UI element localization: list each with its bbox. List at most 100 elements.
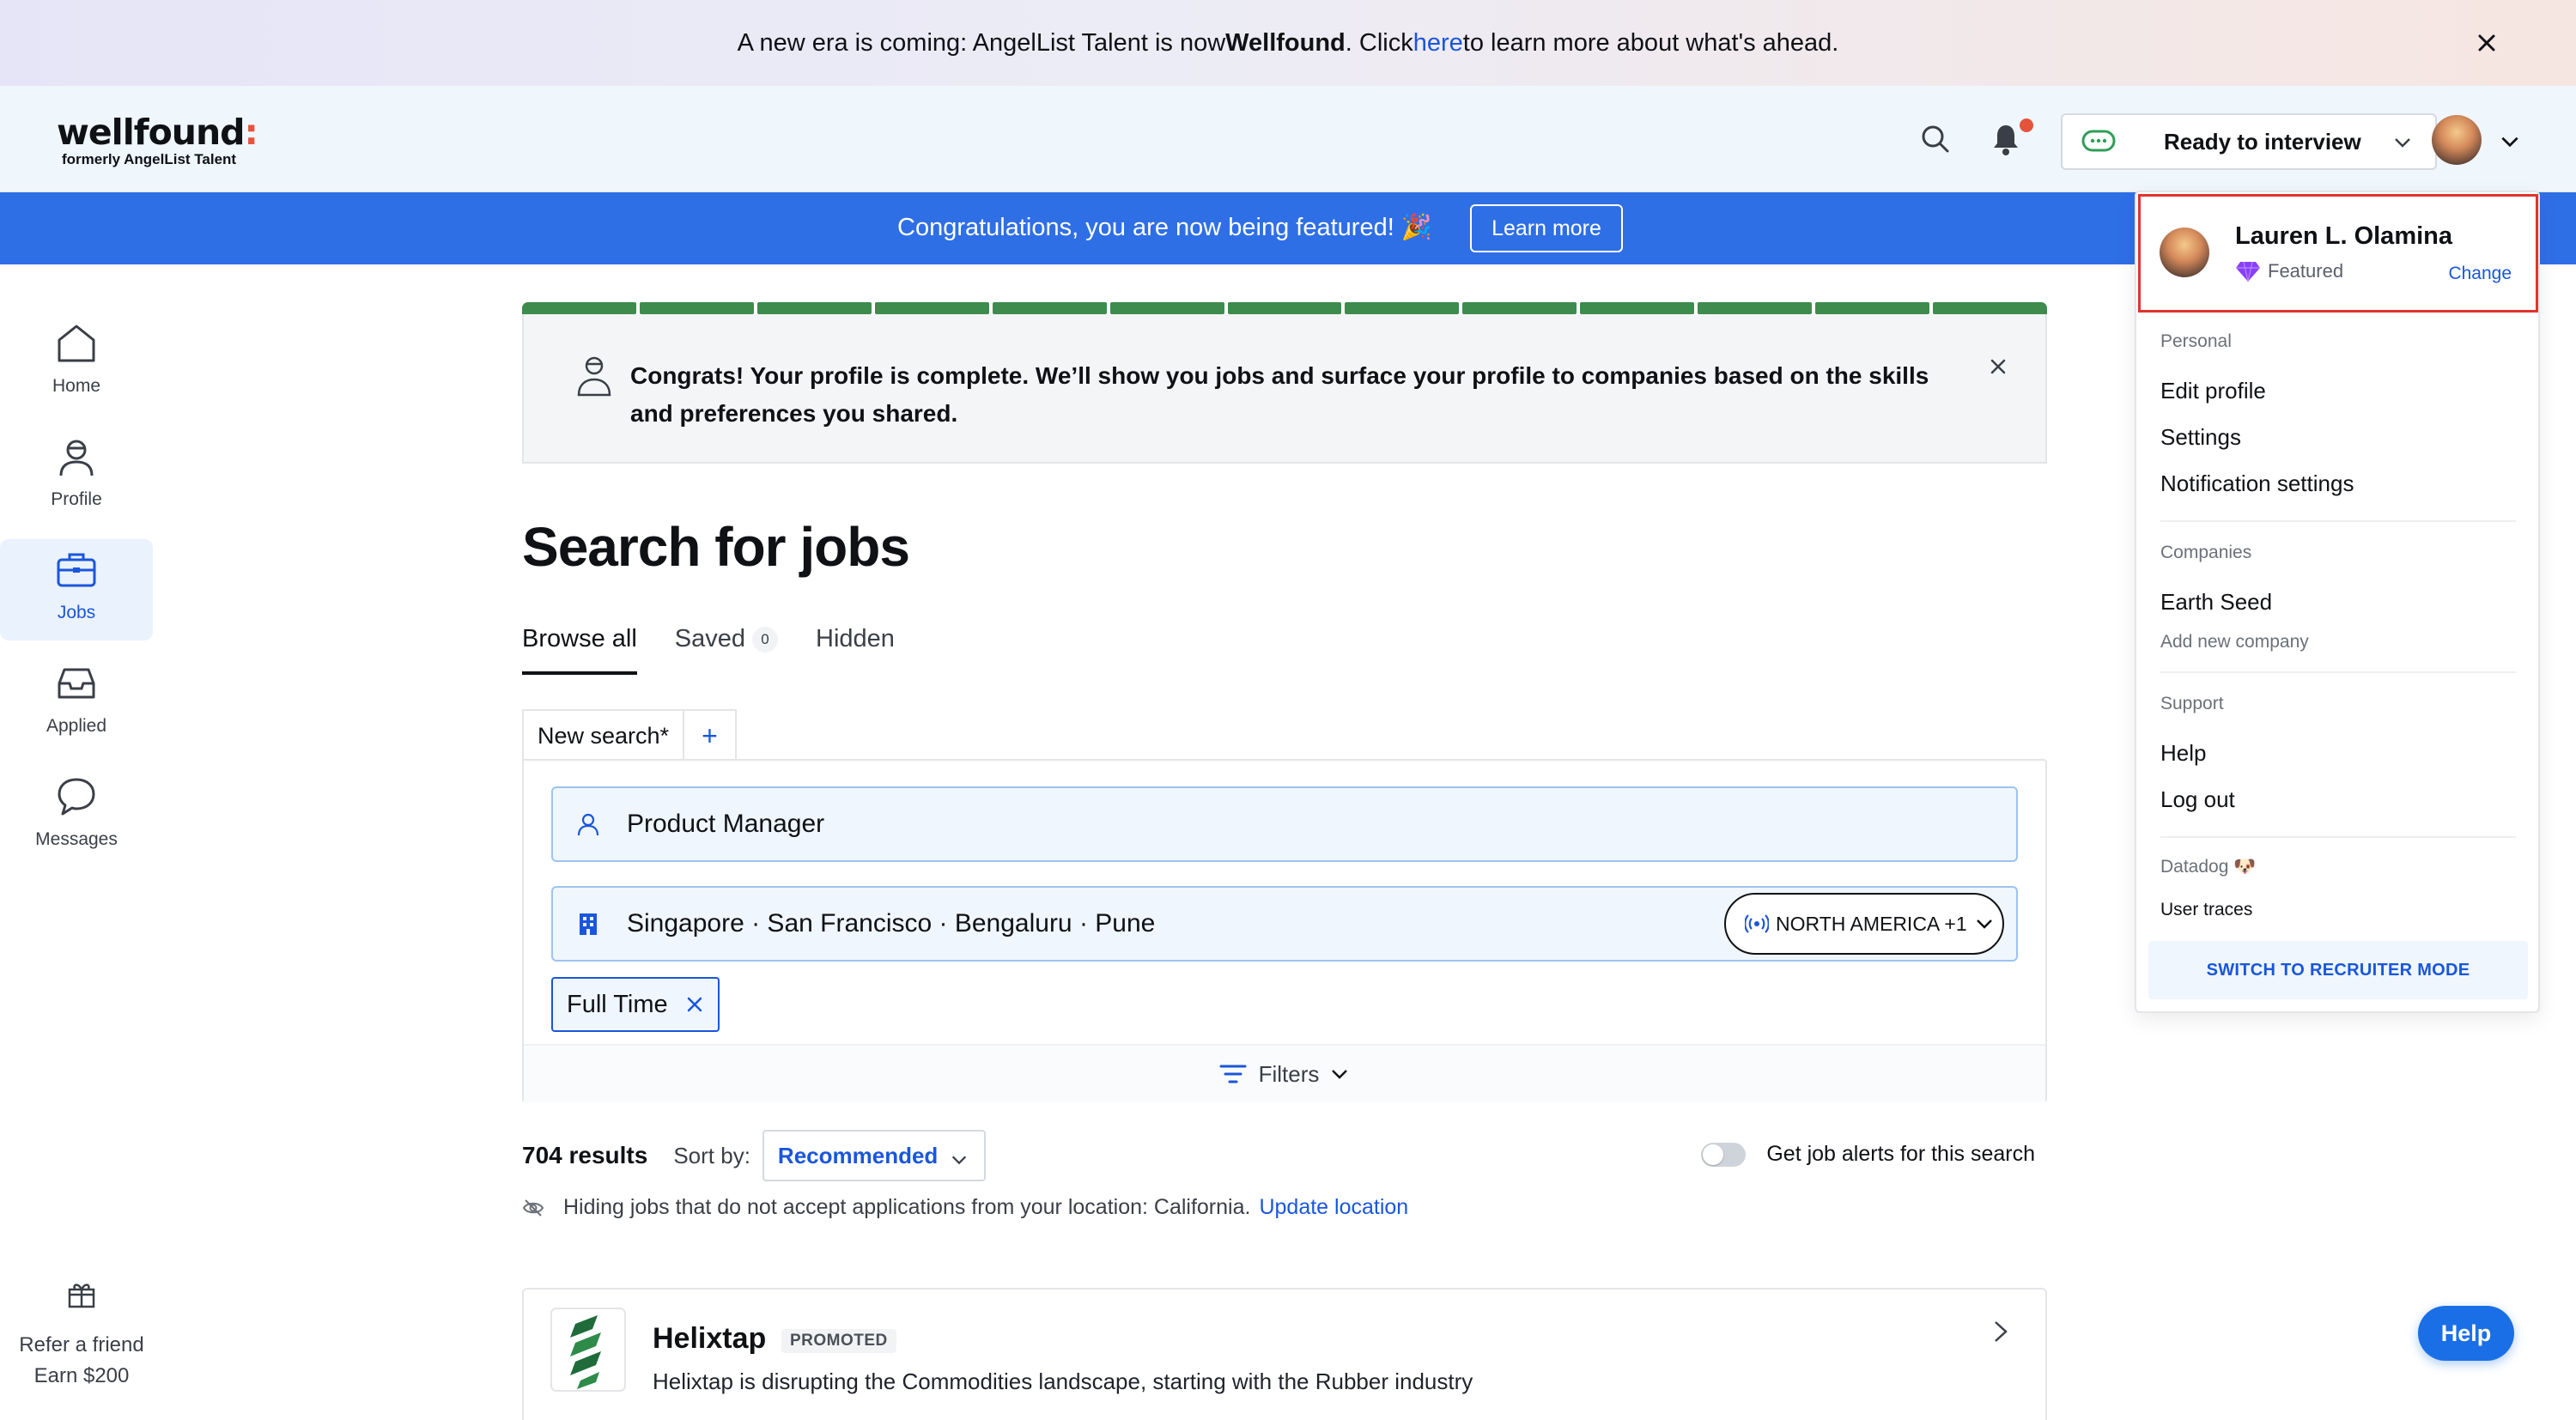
menu-company-earth-seed[interactable]: Earth Seed: [2160, 589, 2272, 616]
nav-label: Applied: [46, 716, 107, 736]
profile-icon: [59, 440, 94, 476]
building-icon: [580, 913, 597, 935]
bell-icon[interactable]: [1990, 122, 2021, 156]
chevron-down-icon[interactable]: [2499, 130, 2521, 153]
filters-toggle[interactable]: Filters: [524, 1044, 2045, 1102]
top-header: wellfound: formerly AngelList Talent Rea…: [0, 86, 2576, 192]
chevron-down-icon: [1976, 919, 1992, 929]
job-alerts: Get job alerts for this search: [1701, 1142, 2035, 1167]
job-type-chip[interactable]: Full Time: [551, 977, 720, 1032]
remove-icon[interactable]: [685, 995, 704, 1014]
refer-friend-link[interactable]: Refer a friend Earn $200: [0, 1279, 163, 1388]
gift-icon: [68, 1283, 95, 1308]
featured-status: Featured: [2235, 260, 2343, 282]
results-count: 704 results: [522, 1142, 648, 1168]
saved-search-tabs: New search* +: [522, 709, 737, 761]
job-alerts-toggle[interactable]: [1701, 1142, 1747, 1167]
chevron-down-icon: [1332, 1070, 1348, 1079]
home-icon: [58, 325, 95, 362]
gem-icon: [2236, 261, 2260, 282]
filters-label: Filters: [1258, 1060, 1320, 1087]
region-label: NORTH AMERICA +1: [1776, 912, 1967, 935]
avatar[interactable]: [2432, 115, 2482, 165]
search-tab-new[interactable]: New search*: [522, 709, 685, 761]
nav-item-jobs[interactable]: Jobs: [0, 539, 153, 640]
menu-settings[interactable]: Settings: [2160, 424, 2241, 451]
chevron-right-icon[interactable]: [1989, 1319, 2011, 1344]
menu-user-traces[interactable]: User traces: [2160, 900, 2252, 920]
menu-help[interactable]: Help: [2160, 740, 2206, 767]
broadcast-icon: [1745, 914, 1769, 933]
sort-value: Recommended: [777, 1142, 939, 1168]
search-icon[interactable]: [1920, 124, 1951, 155]
status-label: Ready to interview: [2164, 128, 2361, 155]
nav-label: Home: [52, 376, 101, 396]
user-menu-dropdown: Lauren L. Olamina Featured Change Person…: [2135, 191, 2540, 1013]
menu-notification-settings[interactable]: Notification settings: [2160, 470, 2354, 497]
featured-label: Featured: [2268, 260, 2344, 282]
announcement-prefix: A new era is coming: AngelList Talent is…: [737, 28, 1226, 57]
nav-label: Messages: [35, 829, 118, 849]
section-personal: Personal: [2160, 331, 2232, 351]
close-icon[interactable]: [1987, 355, 2009, 378]
company-description: Helixtap is disrupting the Commodities l…: [653, 1368, 1473, 1394]
close-icon[interactable]: [2470, 26, 2504, 60]
results-toolbar: 704 results Sort by: Recommended Get job…: [522, 1130, 2047, 1181]
tab-saved[interactable]: Saved 0: [675, 625, 779, 675]
sort-label: Sort by:: [673, 1142, 750, 1168]
wellfound-logo[interactable]: wellfound: formerly AngelList Talent: [57, 112, 258, 168]
change-link[interactable]: Change: [2448, 264, 2512, 284]
job-card[interactable]: Helixtap PROMOTED Helixtap is disrupting…: [522, 1288, 2047, 1420]
section-support: Support: [2160, 694, 2224, 713]
user-card[interactable]: Lauren L. Olamina Featured Change: [2138, 194, 2538, 313]
tab-label: Hidden: [816, 625, 895, 652]
location-search-field[interactable]: Singapore · San Francisco · Bengaluru · …: [551, 886, 2018, 962]
person-icon: [577, 813, 599, 836]
job-alerts-label: Get job alerts for this search: [1766, 1142, 2035, 1166]
chat-bubble-icon: [2081, 130, 2116, 152]
briefcase-icon: [57, 553, 96, 587]
nav-item-home[interactable]: Home: [0, 313, 153, 414]
featured-text: Congratulations, you are now being featu…: [897, 214, 1432, 241]
location-notice: Hiding jobs that do not accept applicati…: [522, 1195, 1408, 1220]
role-value: Product Manager: [627, 810, 825, 838]
congrats-message: Congrats! Your profile is complete. We’l…: [630, 362, 1929, 427]
profile-progress-bar: [522, 302, 2047, 314]
announcement-suffix: to learn more about what's ahead.: [1462, 28, 1839, 57]
refer-label: Refer a friend: [19, 1333, 144, 1356]
announcement-link[interactable]: here: [1413, 29, 1463, 58]
learn-more-button[interactable]: Learn more: [1470, 204, 1623, 252]
user-name: Lauren L. Olamina: [2235, 222, 2452, 250]
status-dropdown[interactable]: Ready to interview: [2061, 113, 2437, 170]
search-panel: Product Manager Singapore · San Francisc…: [522, 759, 2047, 1102]
menu-add-company[interactable]: Add new company: [2160, 632, 2309, 652]
nav-item-messages[interactable]: Messages: [0, 766, 153, 867]
nav-item-applied[interactable]: Applied: [0, 652, 153, 754]
switch-recruiter-mode-button[interactable]: SWITCH TO RECRUITER MODE: [2148, 941, 2528, 999]
promoted-badge: PROMOTED: [781, 1329, 896, 1353]
update-location-link[interactable]: Update location: [1259, 1195, 1408, 1220]
job-tabs: Browse all Saved 0 Hidden: [522, 625, 933, 675]
refer-reward: Earn $200: [33, 1364, 130, 1387]
menu-edit-profile[interactable]: Edit profile: [2160, 378, 2266, 404]
remote-region-dropdown[interactable]: NORTH AMERICA +1: [1724, 893, 2004, 955]
announcement-mid: . Click: [1345, 28, 1413, 57]
divider: [2160, 671, 2516, 673]
chevron-down-icon: [951, 1156, 967, 1165]
tab-label: Browse all: [522, 625, 637, 652]
help-button[interactable]: Help: [2418, 1306, 2514, 1361]
tab-browse-all[interactable]: Browse all: [522, 625, 637, 675]
nav-item-profile[interactable]: Profile: [0, 426, 153, 527]
eye-off-icon: [522, 1199, 544, 1217]
section-datadog: Datadog 🐶: [2160, 857, 2257, 877]
menu-log-out[interactable]: Log out: [2160, 786, 2235, 813]
add-search-button[interactable]: +: [684, 709, 737, 761]
sort-dropdown[interactable]: Recommended: [762, 1130, 986, 1181]
company-name[interactable]: Helixtap: [653, 1322, 766, 1356]
role-search-field[interactable]: Product Manager: [551, 786, 2018, 862]
tab-hidden[interactable]: Hidden: [816, 625, 895, 675]
company-logo: [550, 1308, 626, 1392]
divider: [2160, 520, 2516, 522]
nav-label: Profile: [51, 489, 102, 509]
announcement-bar: A new era is coming: AngelList Talent is…: [0, 0, 2576, 86]
